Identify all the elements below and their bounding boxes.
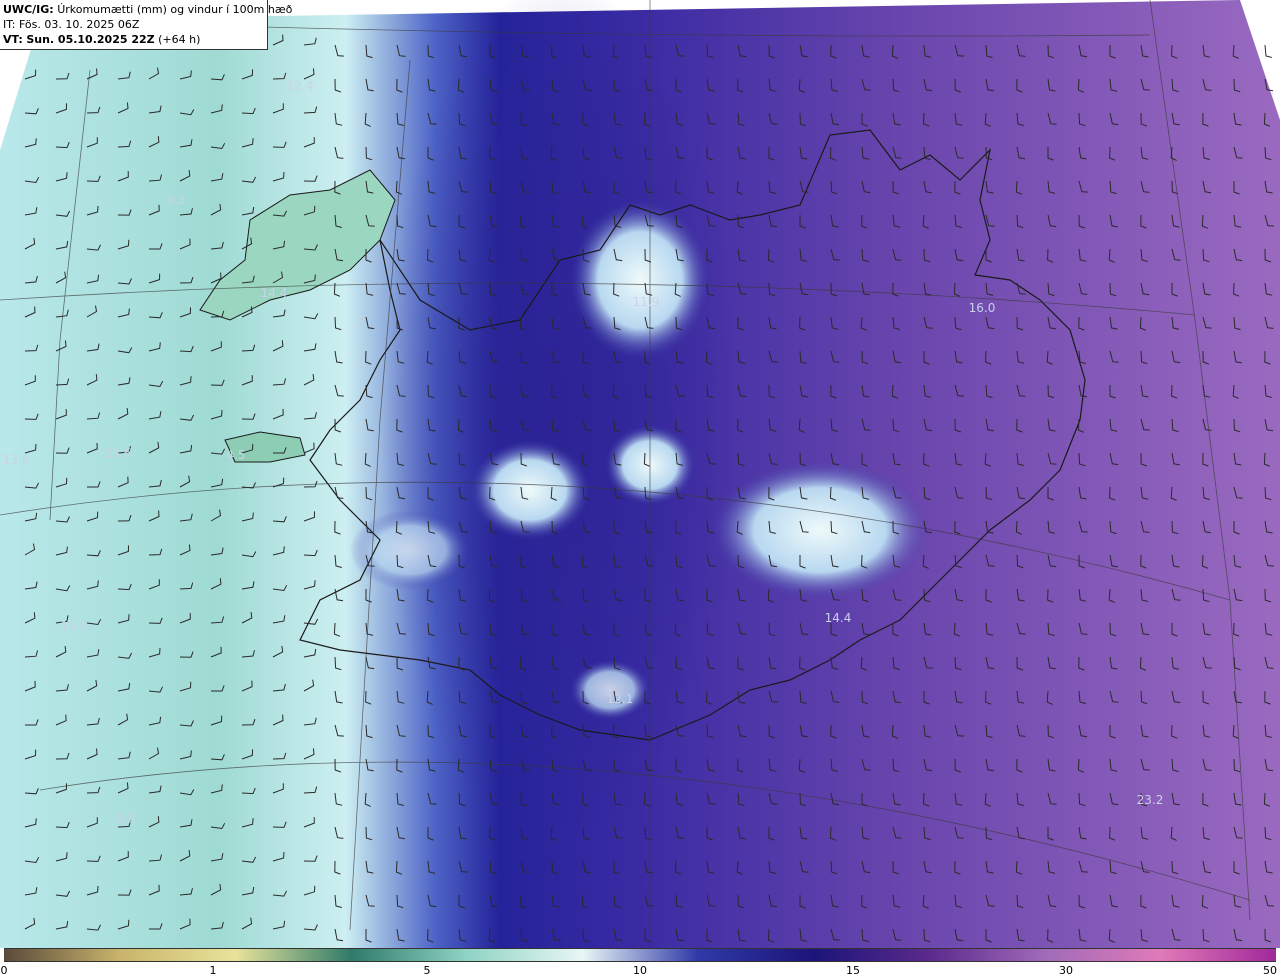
map-value: 9.0: [116, 812, 136, 826]
map-value: 14.4: [824, 611, 852, 625]
precip-patch: [470, 440, 590, 540]
product-code: UWC/IG:: [3, 3, 54, 16]
wind-barb: [1264, 44, 1272, 58]
map-value: 9.3: [166, 193, 186, 207]
map-value: 11.9: [632, 295, 660, 309]
valid-time: Sun. 05.10.2025 22Z: [26, 33, 155, 46]
map-value: 13.6: [104, 446, 132, 460]
precip-patch: [710, 460, 930, 600]
precip-patch: [350, 510, 470, 590]
map-value: 13.6: [2, 453, 30, 467]
colorbar-tick: 30: [1059, 964, 1073, 977]
weather-map: [0, 0, 1280, 948]
product-description: Úrkomumætti (mm) og vindur í 100m hæð: [57, 3, 293, 16]
lead-time: (+64 h): [158, 33, 201, 46]
map-value: 12.4: [286, 79, 314, 93]
colorbar: 0 1 5 10 15 30 50: [0, 948, 1280, 978]
precip-patch: [570, 660, 650, 720]
map-value: 16.0: [968, 301, 996, 315]
colorbar-tick: 0: [0, 964, 8, 977]
colorbar-tick: 1: [209, 964, 217, 977]
colorbar-tick: 50: [1263, 964, 1277, 977]
map-value: 12.1: [606, 692, 634, 706]
map-value: 13.8: [60, 619, 88, 633]
issue-time: IT: Fös. 03. 10. 2025 06Z: [3, 18, 140, 31]
dark-band: [380, 0, 740, 860]
colorbar-tick: 15: [846, 964, 860, 977]
map-info-box: UWC/IG: Úrkomumætti (mm) og vindur í 100…: [0, 0, 292, 50]
precip-patch: [570, 200, 710, 360]
colorbar-tick: 10: [633, 964, 647, 977]
map-value: 14.4: [260, 286, 288, 300]
map-value: 4.5: [226, 448, 246, 462]
colorbar-strip: [4, 948, 1276, 962]
valid-label: VT:: [3, 33, 23, 46]
colorbar-tick: 5: [423, 964, 431, 977]
map-value: 23.2: [1136, 793, 1164, 807]
